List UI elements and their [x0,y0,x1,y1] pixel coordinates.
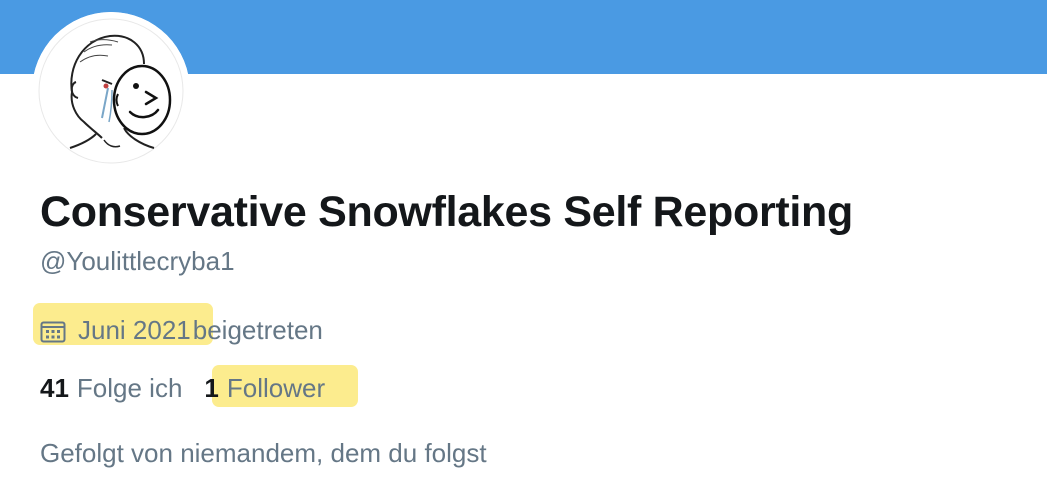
calendar-icon [40,319,66,343]
joined-suffix: beigetreten [192,314,323,345]
joined-date-row: Juni 2021 beigetreten [40,312,323,348]
profile-handle: @Youlittlecryba1 [40,246,235,276]
wojak-avatar-image [32,12,190,170]
followers-label: Follower [226,372,326,403]
profile-page: Conservative Snowflakes Self Reporting @… [0,0,1047,496]
profile-display-name: Conservative Snowflakes Self Reporting [40,188,853,236]
follow-stats-row: 41 Folge ich 1 Follower [40,370,325,406]
joined-date: Juni 2021 [78,314,191,345]
followers-count: 1 [204,372,219,403]
following-count: 41 [40,372,69,403]
following-label: Folge ich [76,372,183,403]
following-link[interactable]: 41 Folge ich [40,373,182,404]
followers-link[interactable]: 1 Follower [204,373,325,404]
followed-by-text: Gefolgt von niemandem, dem du folgst [40,438,487,468]
profile-avatar[interactable] [32,12,190,170]
